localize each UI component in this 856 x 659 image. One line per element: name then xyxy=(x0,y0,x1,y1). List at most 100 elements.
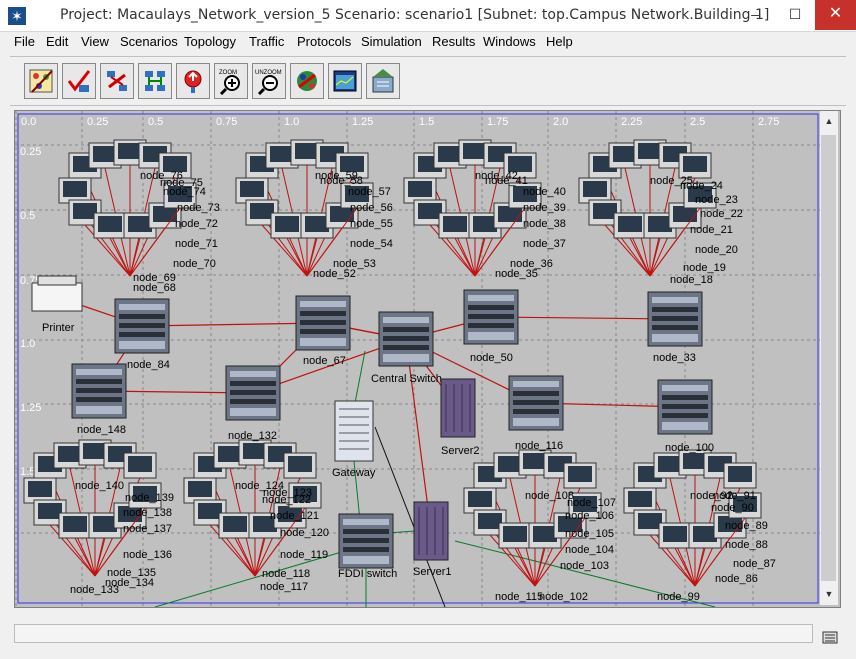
switch-node-100[interactable] xyxy=(657,379,713,435)
workstation-cluster-c1[interactable] xyxy=(58,139,197,277)
svg-text:UNZOOM: UNZOOM xyxy=(255,70,282,76)
switch-node-33[interactable] xyxy=(647,291,703,347)
workstation-label: node_35 xyxy=(495,268,538,280)
x-ruler-label: 2.0 xyxy=(553,116,568,128)
fddi-switch[interactable] xyxy=(338,513,394,569)
network-canvas[interactable]: 0.0 0.25 0.5 0.75 1.0 1.25 1.5 1.75 2.0 2.25 2.5 2.… xyxy=(14,110,841,608)
x-ruler-label: 0.25 xyxy=(87,116,108,128)
status-messages-icon[interactable] xyxy=(822,629,838,645)
zoom-icon[interactable]: ZOOM xyxy=(214,63,248,99)
workstation-label: node_52 xyxy=(313,268,356,280)
scroll-thumb[interactable] xyxy=(821,135,836,581)
menu-file[interactable]: File xyxy=(14,34,35,49)
node-50-label: node_50 xyxy=(470,352,513,364)
workstation-label: node_37 xyxy=(523,238,566,250)
workstation-label: node_87 xyxy=(733,558,776,570)
scroll-up-icon[interactable]: ▲ xyxy=(820,113,838,130)
workstation-label: node_73 xyxy=(177,202,220,214)
window-title: Project: Macaulays_Network_version_5 Sce… xyxy=(60,7,770,23)
workstation-label: node_120 xyxy=(280,527,329,539)
view-results-icon[interactable] xyxy=(328,63,362,99)
node-33-label: node_33 xyxy=(653,352,696,364)
workstation-label: node_55 xyxy=(350,218,393,230)
link-node_50-node_33[interactable] xyxy=(490,316,676,320)
menu-protocols[interactable]: Protocols xyxy=(297,34,351,49)
menu-view[interactable]: View xyxy=(81,34,109,49)
switch-node-132[interactable] xyxy=(225,365,281,421)
workstation-label: node_121 xyxy=(270,510,319,522)
switch-node-116[interactable] xyxy=(508,375,564,431)
minimize-button[interactable]: – xyxy=(735,0,775,30)
unzoom-icon[interactable]: UNZOOM xyxy=(252,63,286,99)
switch-node-50[interactable] xyxy=(463,289,519,345)
menu-edit[interactable]: Edit xyxy=(46,34,68,49)
workstation-label: node_122 xyxy=(262,494,311,506)
network-diagram[interactable]: 0.0 0.25 0.5 0.75 1.0 1.25 1.5 1.75 2.0 2.25 2.5 2.… xyxy=(15,111,821,607)
fddi-switch-label: FDDI switch xyxy=(338,568,397,580)
printer-icon[interactable] xyxy=(31,275,83,312)
workstation-cluster-c3[interactable] xyxy=(403,139,542,277)
server2-label: Server2 xyxy=(441,445,480,457)
menu-help[interactable]: Help xyxy=(546,34,573,49)
close-button[interactable]: ✕ xyxy=(815,0,856,30)
server1-label: Server1 xyxy=(413,566,452,578)
server1-icon[interactable] xyxy=(413,501,449,561)
workstation-label: node_139 xyxy=(125,492,174,504)
menu-windows[interactable]: Windows xyxy=(483,34,536,49)
failure-icon[interactable] xyxy=(100,63,134,99)
workstation-label: node_104 xyxy=(565,544,614,556)
toolbar: ZOOM UNZOOM xyxy=(10,56,846,106)
central-switch[interactable] xyxy=(378,311,434,367)
node-148-label: node_148 xyxy=(77,424,126,436)
vertical-scrollbar[interactable]: ▲ ▼ xyxy=(820,111,838,605)
menu-topology[interactable]: Topology xyxy=(184,34,236,49)
verify-links-icon[interactable] xyxy=(62,63,96,99)
svg-text:ZOOM: ZOOM xyxy=(219,70,237,76)
app-icon: ✶ xyxy=(8,7,26,25)
x-ruler-label: 1.25 xyxy=(352,116,373,128)
node-116-label: node_116 xyxy=(515,440,563,452)
workstation-label: node_54 xyxy=(350,238,393,250)
status-bar xyxy=(14,624,813,643)
web-report-icon[interactable] xyxy=(366,63,400,99)
x-ruler-label: 2.25 xyxy=(621,116,642,128)
y-ruler-label: 0.25 xyxy=(20,146,41,158)
menu-results[interactable]: Results xyxy=(432,34,475,49)
workstation-label: node_106 xyxy=(565,510,614,522)
menu-scenarios[interactable]: Scenarios xyxy=(120,34,178,49)
switch-node-67[interactable] xyxy=(295,295,351,351)
object-palette-icon[interactable] xyxy=(24,63,58,99)
workstation-label: node_86 xyxy=(715,573,758,585)
workstation-label: node_136 xyxy=(123,549,172,561)
workstation-label: node_71 xyxy=(175,238,218,250)
run-simulation-icon[interactable] xyxy=(290,63,324,99)
workstation-label: node_88 xyxy=(725,539,768,551)
menu-simulation[interactable]: Simulation xyxy=(361,34,422,49)
switch-node-84[interactable] xyxy=(114,298,170,354)
configure-icon[interactable] xyxy=(176,63,210,99)
workstation-label: node_117 xyxy=(260,581,308,593)
workstation-label: node_140 xyxy=(75,480,124,492)
workstation-label: node_118 xyxy=(262,568,310,580)
node-67-label: node_67 xyxy=(303,355,346,367)
server2-icon[interactable] xyxy=(440,378,476,438)
node-132-label: node_132 xyxy=(228,430,277,442)
x-ruler-label: 1.0 xyxy=(284,116,299,128)
scroll-down-icon[interactable]: ▼ xyxy=(820,586,838,603)
y-ruler-label: 1.0 xyxy=(20,338,35,350)
node-100-label: node_100 xyxy=(665,442,714,454)
link-switch-gateway[interactable] xyxy=(354,350,366,404)
workstation-label: node_70 xyxy=(173,258,216,270)
switch-node-148[interactable] xyxy=(71,363,127,419)
menu-traffic[interactable]: Traffic xyxy=(249,34,284,49)
workstation-label: node_90 xyxy=(711,502,754,514)
workstation-label: node_39 xyxy=(523,202,566,214)
title-bar: ✶ Project: Macaulays_Network_version_5 S… xyxy=(0,0,856,32)
maximize-button[interactable]: ☐ xyxy=(775,0,815,30)
gateway-icon[interactable] xyxy=(334,400,374,462)
recover-icon[interactable] xyxy=(138,63,172,99)
workstation-label: node_23 xyxy=(695,194,738,206)
x-ruler-label: 0.75 xyxy=(216,116,237,128)
y-ruler-label: 1.25 xyxy=(20,402,41,414)
printer-label: Printer xyxy=(42,322,75,334)
